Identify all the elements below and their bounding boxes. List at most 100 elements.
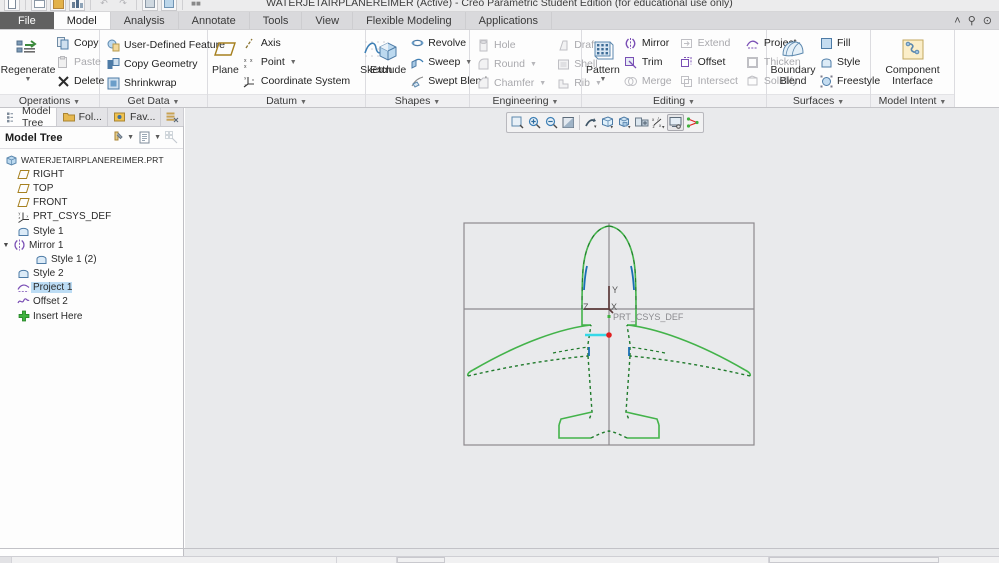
list-item[interactable]: Style 1 bbox=[0, 224, 183, 238]
intersect-button[interactable]: Intersect bbox=[678, 72, 742, 90]
shapes-caret-icon[interactable]: ▼ bbox=[433, 99, 440, 106]
regenerate-caret-icon[interactable]: ▼ bbox=[25, 76, 32, 83]
pattern-button[interactable]: Pattern ▼ bbox=[586, 33, 620, 83]
chamfer-button[interactable]: Chamfer ▼ bbox=[474, 74, 550, 92]
sidebar-item-favorites[interactable]: Fav... bbox=[108, 108, 162, 126]
tree-filters-caret-icon[interactable]: ▼ bbox=[127, 134, 134, 141]
status-cell-5 bbox=[445, 557, 769, 563]
component-interface-button[interactable]: Component Interface bbox=[883, 33, 943, 87]
list-item[interactable]: Offset 2 bbox=[0, 295, 183, 309]
surfaces-group-title[interactable]: Surfaces ▼ bbox=[767, 94, 870, 107]
editing-caret-icon[interactable]: ▼ bbox=[688, 99, 695, 106]
engineering-group-title[interactable]: Engineering ▼ bbox=[470, 94, 581, 107]
list-item[interactable]: Insert Here bbox=[0, 309, 183, 323]
merge-button[interactable]: Merge bbox=[622, 72, 676, 90]
favorites-icon bbox=[113, 110, 127, 124]
status-cell-4[interactable] bbox=[396, 557, 445, 563]
airplane-model-drawing[interactable]: Y Z X PRT_CSYS_DEF bbox=[463, 222, 755, 446]
chevron-down-icon[interactable]: ▼ bbox=[0, 242, 12, 249]
sidebar-item-model-tree[interactable]: Model Tree bbox=[0, 105, 57, 129]
tree-settings-icon[interactable] bbox=[137, 131, 151, 145]
list-item[interactable]: RIGHT bbox=[0, 167, 183, 181]
list-item[interactable]: Project 1 bbox=[0, 281, 183, 295]
tree-settings-caret-icon[interactable]: ▼ bbox=[154, 134, 161, 141]
tab-model[interactable]: Model bbox=[53, 12, 111, 29]
mirror-button[interactable]: Mirror bbox=[622, 34, 676, 52]
round-caret-icon[interactable]: ▼ bbox=[530, 61, 537, 68]
list-item[interactable]: WATERJETAIRPLANEREIMER.PRT bbox=[0, 153, 183, 167]
shapes-group-title[interactable]: Shapes ▼ bbox=[366, 94, 469, 107]
list-item[interactable]: Style 2 bbox=[0, 267, 183, 281]
model-tree-icon bbox=[5, 110, 19, 124]
spin-center-icon[interactable]: ▾ bbox=[582, 114, 599, 131]
point-caret-icon[interactable]: ▼ bbox=[290, 59, 297, 66]
spin-center-toggle-icon[interactable] bbox=[684, 114, 701, 131]
tree-filters-icon[interactable] bbox=[110, 131, 124, 145]
model-tree-header-tools: ▼ ▼ bbox=[110, 131, 178, 145]
list-item[interactable]: ▼ Mirror 1 bbox=[0, 238, 183, 252]
list-item[interactable]: y z x PRT_CSYS_DEF bbox=[0, 210, 183, 224]
engineering-caret-icon[interactable]: ▼ bbox=[552, 99, 559, 106]
sidebar-item-layers[interactable] bbox=[161, 108, 185, 126]
folder-icon bbox=[62, 110, 76, 124]
datum-display-filters-icon[interactable]: x / z x ▾ bbox=[650, 114, 667, 131]
datum-group-title[interactable]: Datum ▼ bbox=[208, 94, 365, 107]
model-intent-group-title[interactable]: Model Intent ▼ bbox=[871, 94, 954, 107]
surfaces-caret-icon[interactable]: ▼ bbox=[837, 99, 844, 106]
tab-flexible-modeling[interactable]: Flexible Modeling bbox=[353, 12, 466, 29]
trim-button[interactable]: Trim bbox=[622, 53, 676, 71]
help-icon[interactable]: ⊙ bbox=[983, 15, 992, 27]
operations-caret-icon[interactable]: ▼ bbox=[73, 99, 80, 106]
right-flap-line bbox=[629, 346, 666, 354]
datum-caret-icon[interactable]: ▼ bbox=[300, 99, 307, 106]
tree-columns-icon[interactable] bbox=[164, 131, 178, 145]
get-data-caret-icon[interactable]: ▼ bbox=[173, 99, 180, 106]
list-item[interactable]: TOP bbox=[0, 181, 183, 195]
collapse-ribbon-icon[interactable]: ˄ bbox=[954, 15, 960, 27]
plane-button[interactable]: Plane bbox=[212, 33, 239, 76]
graphics-viewport[interactable]: ▾ ▾ ▾ x / z x ▾ Y Z X PRT_CSYS_DEF bbox=[185, 108, 999, 548]
zoom-out-icon[interactable] bbox=[543, 114, 560, 131]
display-style-icon[interactable]: ▾ bbox=[599, 114, 616, 131]
coordinate-system-button[interactable]: y z x Coordinate System bbox=[241, 72, 354, 90]
sidebar-item-folder-browser[interactable]: Fol... bbox=[57, 108, 108, 126]
get-data-group-title[interactable]: Get Data ▼ bbox=[100, 94, 207, 107]
selected-point-marker[interactable] bbox=[606, 332, 612, 338]
extend-button[interactable]: Extend bbox=[678, 34, 742, 52]
status-cell-6[interactable] bbox=[769, 557, 939, 563]
offset-button[interactable]: Offset bbox=[678, 53, 742, 71]
left-flap-line bbox=[552, 346, 589, 354]
round-button[interactable]: Round ▼ bbox=[474, 55, 550, 73]
coordinate-system-display[interactable]: Y Z X PRT_CSYS_DEF bbox=[583, 285, 684, 322]
list-item[interactable]: Style 1 (2) bbox=[0, 252, 183, 266]
ribbon-group-shapes: Extrude Revolve Sweep ▼ Swept Blend Shap… bbox=[366, 30, 487, 107]
pattern-caret-icon[interactable]: ▼ bbox=[599, 76, 606, 83]
tab-applications[interactable]: Applications bbox=[466, 12, 552, 29]
tab-tools[interactable]: Tools bbox=[250, 12, 303, 29]
list-item-label: TOP bbox=[33, 182, 54, 194]
annotation-display-icon[interactable] bbox=[667, 114, 684, 131]
regenerate-button[interactable]: Regenerate ▼ bbox=[1, 33, 55, 83]
editing-group-title[interactable]: Editing ▼ bbox=[582, 94, 766, 107]
scene-icon[interactable] bbox=[633, 114, 650, 131]
zoom-in-icon[interactable] bbox=[526, 114, 543, 131]
csys-icon: y z x bbox=[243, 74, 257, 88]
repaint-icon[interactable] bbox=[560, 114, 577, 131]
style-label: Style bbox=[837, 56, 861, 68]
boundary-blend-button[interactable]: Boundary Blend bbox=[771, 33, 815, 87]
tab-analysis[interactable]: Analysis bbox=[111, 12, 179, 29]
hole-button[interactable]: Hole bbox=[474, 36, 550, 54]
axis-button[interactable]: Axis bbox=[241, 34, 354, 52]
model-intent-caret-icon[interactable]: ▼ bbox=[939, 99, 946, 106]
chamfer-caret-icon[interactable]: ▼ bbox=[539, 80, 546, 87]
saved-orientations-icon[interactable]: ▾ bbox=[616, 114, 633, 131]
layers-icon bbox=[165, 110, 179, 124]
tab-annotate[interactable]: Annotate bbox=[179, 12, 250, 29]
search-icon[interactable]: ⚲ bbox=[968, 15, 976, 27]
list-item[interactable]: FRONT bbox=[0, 196, 183, 210]
extrude-button[interactable]: Extrude bbox=[370, 33, 406, 76]
tab-view[interactable]: View bbox=[302, 12, 354, 29]
point-button[interactable]: xxx Point ▼ bbox=[241, 53, 354, 71]
tab-file[interactable]: File bbox=[0, 12, 54, 29]
refit-icon[interactable] bbox=[509, 114, 526, 131]
